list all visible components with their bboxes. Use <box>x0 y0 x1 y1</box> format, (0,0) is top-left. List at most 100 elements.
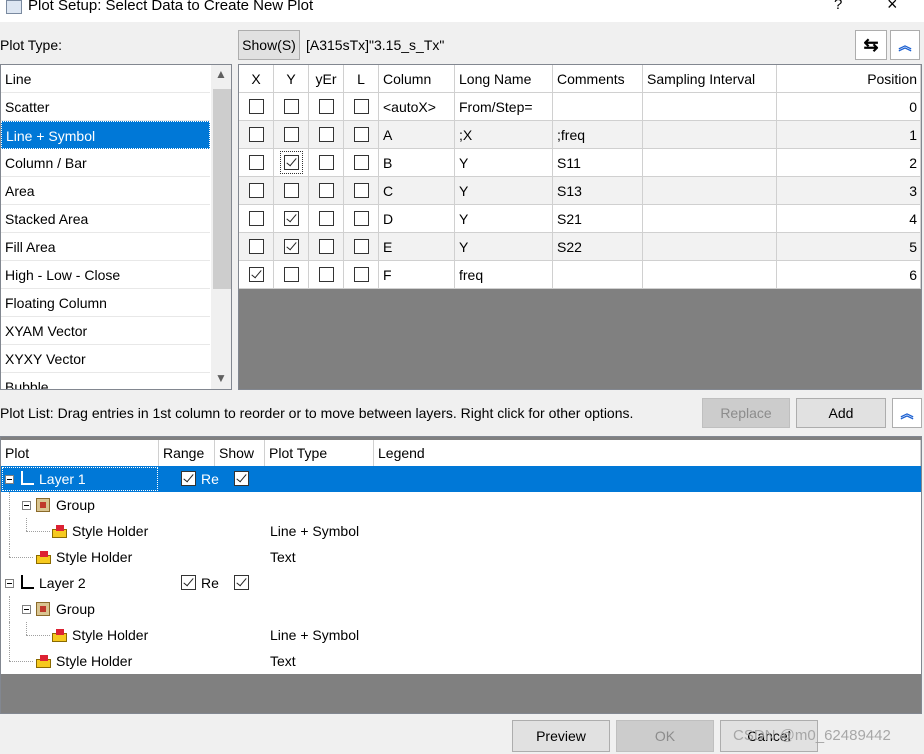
plot-type-item[interactable]: Fill Area <box>1 233 210 261</box>
tree-row[interactable]: Layer 1 Re <box>1 466 921 492</box>
close-button[interactable]: × <box>887 0 898 15</box>
tree-line <box>9 661 33 662</box>
grid-header[interactable]: Y <box>274 65 309 93</box>
tree-header[interactable]: Show <box>215 440 265 466</box>
plot-type-item[interactable]: XYXY Vector <box>1 345 210 373</box>
range-checkbox[interactable] <box>181 575 196 590</box>
plot-type-item[interactable]: XYAM Vector <box>1 317 210 345</box>
help-button[interactable]: ? <box>834 0 842 13</box>
x-checkbox[interactable] <box>249 183 264 198</box>
yer-checkbox[interactable] <box>319 267 334 282</box>
collapse-group-icon[interactable] <box>22 605 31 614</box>
grid-cell <box>344 177 379 205</box>
layer-label: Layer 2 <box>39 575 86 591</box>
l-checkbox[interactable] <box>354 99 369 114</box>
swap-icon[interactable]: ⇆ <box>855 30 887 60</box>
yer-checkbox[interactable] <box>319 155 334 170</box>
tree-header[interactable]: Legend <box>374 440 921 466</box>
style-holder-label: Style Holder <box>56 653 133 669</box>
yer-checkbox[interactable] <box>319 183 334 198</box>
y-checkbox[interactable] <box>280 151 303 174</box>
grid-header[interactable]: Position <box>777 65 921 93</box>
tree-row[interactable]: Style Holder Line + Symbol <box>1 518 921 544</box>
l-checkbox[interactable] <box>354 239 369 254</box>
collapse-layer-icon[interactable] <box>5 579 14 588</box>
plot-type-item[interactable]: Column / Bar <box>1 149 210 177</box>
column-grid: X YyEr L Column Long Name Comments Sampling In… <box>238 64 922 390</box>
style-holder-label: Style Holder <box>72 523 149 539</box>
yer-checkbox[interactable] <box>319 127 334 142</box>
plot-type-item[interactable]: Area <box>1 177 210 205</box>
x-checkbox[interactable] <box>249 99 264 114</box>
y-checkbox[interactable] <box>284 183 299 198</box>
l-checkbox[interactable] <box>354 211 369 226</box>
grid-header[interactable]: yEr <box>309 65 344 93</box>
plot-type-item[interactable]: Bubble <box>1 373 210 389</box>
yer-checkbox[interactable] <box>319 99 334 114</box>
yer-checkbox[interactable] <box>319 211 334 226</box>
plot-type-item[interactable]: Stacked Area <box>1 205 210 233</box>
plot-type-item[interactable]: Floating Column <box>1 289 210 317</box>
x-checkbox[interactable] <box>249 267 264 282</box>
x-checkbox[interactable] <box>249 211 264 226</box>
grid-header[interactable]: Long Name <box>455 65 553 93</box>
plot-type-item[interactable]: Line <box>1 65 210 93</box>
scroll-up-icon[interactable]: ▲ <box>215 67 227 81</box>
tree-header[interactable]: Plot Type <box>265 440 374 466</box>
grid-header[interactable]: L <box>344 65 379 93</box>
l-checkbox[interactable] <box>354 183 369 198</box>
l-checkbox[interactable] <box>354 155 369 170</box>
y-checkbox[interactable] <box>284 267 299 282</box>
tree-row[interactable]: Style Holder Text <box>1 648 921 674</box>
scrollbar-thumb[interactable] <box>213 89 231 289</box>
grid-cell <box>239 205 274 233</box>
tree-header[interactable]: Range <box>159 440 215 466</box>
grid-cell-position: 5 <box>777 233 921 261</box>
preview-button[interactable]: Preview <box>512 720 610 752</box>
plot-type-item[interactable]: Scatter <box>1 93 210 121</box>
grid-cell <box>309 149 344 177</box>
y-checkbox[interactable] <box>284 99 299 114</box>
range-checkbox[interactable] <box>181 471 196 486</box>
grid-cell-comments <box>553 261 643 289</box>
grid-cell-sampling <box>643 121 777 149</box>
yer-checkbox[interactable] <box>319 239 334 254</box>
plot-type-item[interactable]: High - Low - Close <box>1 261 210 289</box>
x-checkbox[interactable] <box>249 239 264 254</box>
plot-type-value: Line + Symbol <box>270 627 360 643</box>
tree-row[interactable]: Group <box>1 596 921 622</box>
add-button[interactable]: Add <box>796 398 886 428</box>
grid-header[interactable]: Comments <box>553 65 643 93</box>
show-button[interactable]: Show(S) <box>238 30 300 60</box>
show-checkbox[interactable] <box>234 471 249 486</box>
tree-row[interactable]: Style Holder Text <box>1 544 921 570</box>
y-checkbox[interactable] <box>284 239 299 254</box>
grid-cell-sampling <box>643 149 777 177</box>
x-checkbox[interactable] <box>249 155 264 170</box>
grid-cell-column: A <box>379 121 455 149</box>
scroll-down-icon[interactable]: ▼ <box>215 371 227 385</box>
show-checkbox[interactable] <box>234 575 249 590</box>
tree-line <box>26 531 50 532</box>
tree-line <box>26 622 27 635</box>
collapse-list-chevron-icon[interactable]: ︽ <box>892 398 922 428</box>
grid-header[interactable]: X <box>239 65 274 93</box>
collapse-group-icon[interactable] <box>22 501 31 510</box>
plot-type-item[interactable]: Line + Symbol <box>1 121 210 149</box>
grid-header[interactable]: Sampling Interval <box>643 65 777 93</box>
grid-header[interactable]: Column <box>379 65 455 93</box>
grid-cell-position: 6 <box>777 261 921 289</box>
tree-row[interactable]: Group <box>1 492 921 518</box>
x-checkbox[interactable] <box>249 127 264 142</box>
tree-row[interactable]: Style Holder Line + Symbol <box>1 622 921 648</box>
tree-header[interactable]: Plot <box>1 440 159 466</box>
plot-list-hint: Plot List: Drag entries in 1st column to… <box>0 405 634 421</box>
style-holder-icon <box>36 551 51 564</box>
l-checkbox[interactable] <box>354 127 369 142</box>
l-checkbox[interactable] <box>354 267 369 282</box>
y-checkbox[interactable] <box>284 127 299 142</box>
grid-cell <box>344 233 379 261</box>
collapse-top-chevron-icon[interactable]: ︽ <box>890 30 920 60</box>
tree-row[interactable]: Layer 2 Re <box>1 570 921 596</box>
y-checkbox[interactable] <box>284 211 299 226</box>
